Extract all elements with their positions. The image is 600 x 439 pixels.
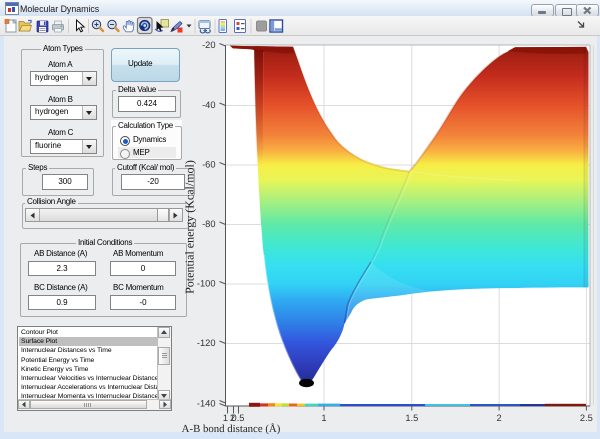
svg-text:0.5: 0.5 <box>232 413 245 423</box>
svg-text:A-B bond distance (Å): A-B bond distance (Å) <box>182 423 281 435</box>
svg-text:-20: -20 <box>202 40 215 50</box>
svg-text:2.5: 2.5 <box>580 413 593 423</box>
svg-text:-120: -120 <box>197 338 216 348</box>
svg-text:1.5: 1.5 <box>405 413 418 423</box>
svg-text:2: 2 <box>497 413 502 423</box>
svg-text:-140: -140 <box>197 399 216 409</box>
svg-text:-100: -100 <box>197 278 216 288</box>
svg-text:Potential energy (Kcal/mol): Potential energy (Kcal/mol) <box>183 160 197 294</box>
svg-text:-60: -60 <box>202 159 215 169</box>
svg-text:-80: -80 <box>202 219 215 229</box>
svg-text:1: 1 <box>321 413 326 423</box>
svg-text:1: 1 <box>223 413 228 423</box>
svg-text:-40: -40 <box>202 100 215 110</box>
